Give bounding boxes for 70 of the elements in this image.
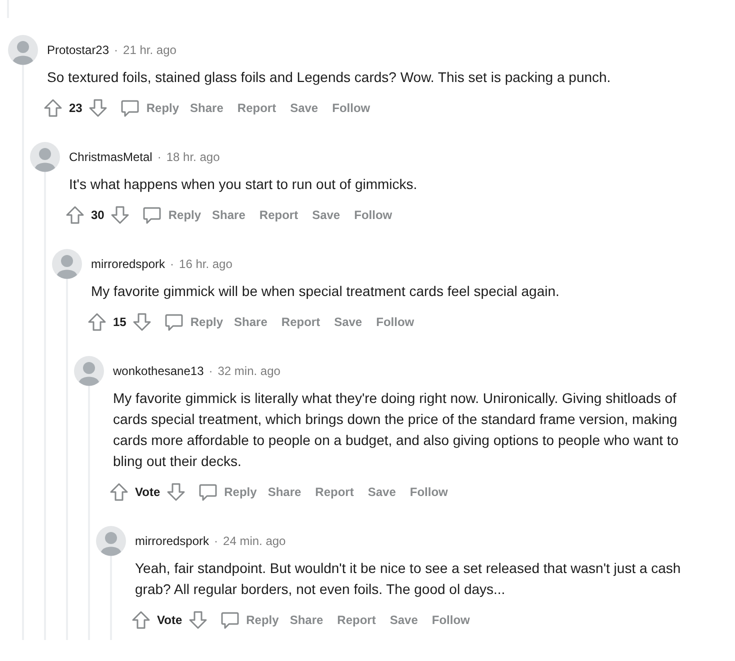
action-button[interactable]: Follow	[371, 313, 420, 331]
action-button[interactable]: Share	[185, 99, 228, 117]
action-button[interactable]: Report	[310, 483, 359, 501]
upvote-icon[interactable]	[109, 482, 129, 502]
user-avatar-icon[interactable]	[30, 142, 60, 172]
downvote-icon[interactable]	[188, 610, 208, 630]
action-button[interactable]: Share	[229, 313, 272, 331]
action-button[interactable]: Share	[262, 483, 306, 501]
reply-button[interactable]: Reply	[218, 610, 281, 630]
comment-body: Yeah, fair standpoint. But wouldn't it be nice to see a set released that wasn't just a cash grab? All regular borders, not even foils. The good ol days...	[135, 559, 682, 599]
vote-score: 23	[68, 100, 84, 117]
action-button[interactable]: Save	[329, 313, 368, 331]
reply-button[interactable]: Reply	[118, 98, 182, 118]
comment-icon	[120, 98, 140, 118]
action-button[interactable]: Report	[232, 99, 282, 117]
comment-icon	[164, 312, 184, 332]
timestamp[interactable]: 21 hr. ago	[123, 41, 176, 59]
action-button[interactable]: Share	[284, 611, 328, 629]
vote-score: 30	[90, 207, 106, 224]
reply-button[interactable]: Reply	[196, 482, 259, 502]
separator-dot: ·	[208, 363, 213, 380]
timestamp[interactable]: 16 hr. ago	[179, 255, 232, 273]
vote-score: Vote	[134, 484, 162, 501]
upvote-icon[interactable]	[43, 98, 63, 118]
comment-body: So textured foils, stained glass foils and Legends cards? Wow. This set is packing a punch.	[47, 68, 612, 87]
upvote-icon[interactable]	[131, 610, 151, 630]
action-button[interactable]: Save	[285, 99, 324, 117]
reply-button[interactable]: Reply	[162, 312, 226, 332]
action-button[interactable]: Share	[207, 206, 250, 224]
action-button[interactable]: Save	[384, 611, 423, 629]
action-button[interactable]: Follow	[404, 483, 453, 501]
author-name[interactable]: wonkothesane13	[113, 362, 204, 380]
separator-dot: ·	[214, 533, 218, 550]
action-button[interactable]: Report	[276, 313, 326, 331]
action-button[interactable]: Report	[254, 206, 304, 224]
reply-button[interactable]: Reply	[140, 205, 204, 225]
action-button[interactable]: Report	[332, 611, 381, 629]
comment-icon	[220, 610, 240, 630]
action-button[interactable]: Save	[362, 483, 401, 501]
action-button[interactable]: Follow	[349, 206, 398, 224]
user-avatar-icon[interactable]	[8, 35, 38, 65]
upvote-icon[interactable]	[87, 312, 107, 332]
action-button[interactable]: Follow	[327, 99, 376, 117]
downvote-icon[interactable]	[166, 482, 186, 502]
comment-body: My favorite gimmick will be when special treatment cards feel special again.	[91, 282, 560, 301]
vote-score: Vote	[156, 612, 184, 629]
user-avatar-icon[interactable]	[74, 356, 104, 386]
downvote-icon[interactable]	[132, 312, 152, 332]
separator-dot: ·	[170, 256, 174, 273]
comment-body: It's what happens when you start to run out of gimmicks.	[69, 175, 418, 194]
downvote-icon[interactable]	[110, 205, 130, 225]
comment-icon	[198, 482, 218, 502]
author-name[interactable]: ChristmasMetal	[69, 148, 152, 166]
user-avatar-icon[interactable]	[96, 526, 126, 556]
timestamp[interactable]: 24 min. ago	[223, 532, 286, 550]
comment-icon	[142, 205, 162, 225]
separator-dot: ·	[157, 149, 162, 166]
upvote-icon[interactable]	[65, 205, 85, 225]
separator-dot: ·	[114, 42, 118, 59]
vote-score: 15	[112, 314, 128, 331]
author-name[interactable]: Protostar23	[47, 41, 110, 59]
comment-body: My favorite gimmick is literally what they're doing right now. Unironically. Giving shitloads of cards special treatment, which brings down the price of the standard frame version, making cards more affordable to people on a budget, and also giving options to people who want to bling out their decks.	[113, 389, 680, 471]
action-button[interactable]: Follow	[426, 611, 475, 629]
author-name[interactable]: mirroredspork	[135, 532, 210, 550]
timestamp[interactable]: 18 hr. ago	[166, 148, 220, 166]
action-button[interactable]: Save	[307, 206, 346, 224]
author-name[interactable]: mirroredspork	[91, 255, 166, 273]
user-avatar-icon[interactable]	[52, 249, 82, 279]
timestamp[interactable]: 32 min. ago	[218, 362, 280, 380]
downvote-icon[interactable]	[88, 98, 108, 118]
